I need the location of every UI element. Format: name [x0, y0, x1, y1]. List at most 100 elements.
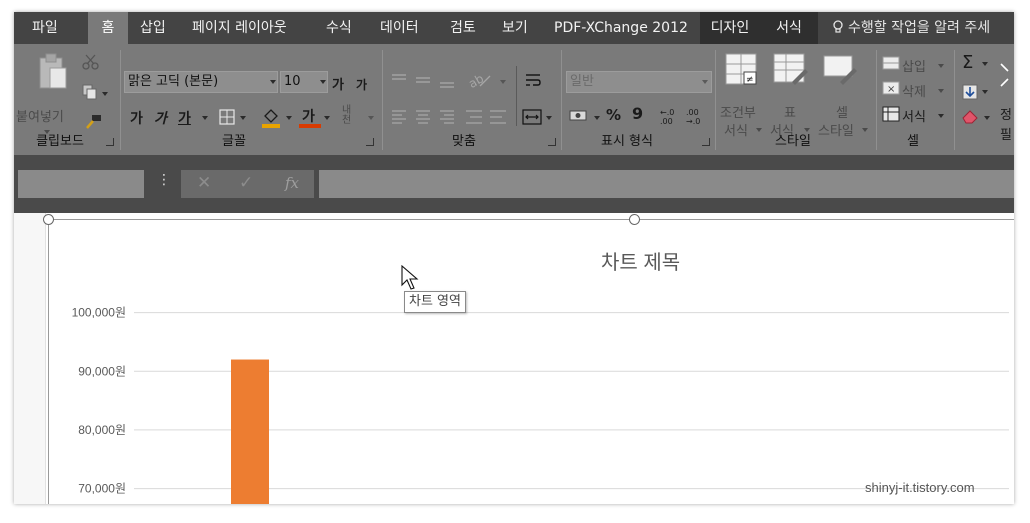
italic-button[interactable]: 가 [154, 108, 167, 128]
tab-pdf-xchange[interactable]: PDF-XChange 2012 [554, 12, 688, 44]
sort-icon[interactable] [998, 60, 1012, 90]
alignment-group-label: 맞춤 [452, 134, 476, 149]
insert-cells-icon[interactable] [882, 56, 900, 70]
table-dropdown-arrow[interactable] [804, 128, 810, 132]
cell-styles-icon[interactable] [822, 52, 858, 86]
tab-chart-format[interactable]: 서식 [760, 12, 818, 44]
merge-dropdown-arrow[interactable] [546, 116, 552, 120]
formula-input[interactable] [319, 170, 1014, 198]
alignment-dialog-launcher[interactable] [548, 138, 556, 146]
cut-icon[interactable] [82, 54, 100, 70]
accounting-dropdown-arrow[interactable] [594, 116, 600, 120]
group-divider [876, 50, 877, 150]
row-header-strip [14, 213, 46, 504]
insert-cells-button[interactable]: 삽입 [902, 56, 926, 75]
tab-review[interactable]: 검토 [450, 12, 476, 44]
copy-icon[interactable] [82, 84, 98, 100]
increase-decimal-button[interactable]: ←.0 .00 [660, 108, 680, 126]
phonetic-dropdown-arrow[interactable] [368, 116, 374, 120]
underline-button[interactable]: 가 [178, 108, 191, 128]
excel-window: 파일 홈 삽입 페이지 레이아웃 수식 데이터 검토 보기 PDF-XChang… [14, 12, 1014, 504]
grow-font-button[interactable]: 가 [332, 74, 344, 93]
wrap-text-icon[interactable] [524, 72, 542, 90]
accounting-format-icon[interactable] [568, 108, 590, 124]
cancel-formula-button[interactable]: ✕ [197, 173, 211, 193]
formula-bar-splitter[interactable]: ⋮ [157, 172, 171, 188]
tab-home[interactable]: 홈 [88, 12, 128, 44]
lightbulb-icon [833, 20, 843, 33]
cell-styles-label-1[interactable]: 셀 [836, 102, 848, 121]
bar[interactable] [231, 359, 269, 504]
insert-function-button[interactable]: fx [285, 174, 299, 192]
chart-area[interactable]: 100,000원 90,000원 80,000원 70,000원 차트 제목 차트 영… [43, 214, 1014, 504]
delete-cells-icon[interactable]: × [882, 81, 900, 95]
tab-file[interactable]: 파일 [32, 12, 58, 44]
find-select-button[interactable]: 필 [1000, 124, 1012, 143]
fill-icon[interactable] [962, 84, 978, 100]
phonetic-guide-button[interactable]: 내천 [342, 106, 360, 126]
delete-cells-button[interactable]: 삭제 [902, 81, 926, 100]
enter-formula-button[interactable]: ✓ [239, 173, 253, 193]
insert-dropdown-arrow[interactable] [938, 64, 944, 68]
font-color-button[interactable]: 가 [302, 106, 315, 126]
format-as-table-icon[interactable] [772, 52, 808, 86]
font-size-dropdown-arrow[interactable] [320, 80, 326, 84]
vertical-align-icons[interactable] [390, 72, 462, 90]
borders-dropdown-arrow[interactable] [240, 116, 246, 120]
percent-style-button[interactable]: % [606, 106, 621, 124]
format-as-table-label-1[interactable]: 표 [784, 102, 796, 121]
conditional-dropdown-arrow[interactable] [756, 128, 762, 132]
copy-dropdown-arrow[interactable] [102, 92, 108, 96]
conditional-formatting-icon[interactable]: ≠ [724, 52, 758, 86]
y-axis-tick-label: 80,000원 [78, 423, 126, 437]
paste-icon[interactable] [34, 52, 70, 92]
fill-color-icon[interactable] [260, 106, 282, 128]
tell-me-text: 수행할 작업을 알려 주세 [848, 20, 991, 36]
clear-dropdown-arrow[interactable] [984, 116, 990, 120]
text-orientation-icon[interactable]: ab [466, 70, 496, 90]
fill-color-dropdown-arrow[interactable] [286, 116, 292, 120]
number-format-select[interactable]: 일반 [566, 71, 712, 93]
clear-icon[interactable] [960, 108, 980, 124]
format-cells-button[interactable]: 서식 [902, 106, 926, 125]
number-dialog-launcher[interactable] [702, 138, 710, 146]
format-cells-icon[interactable] [882, 106, 900, 122]
shrink-font-button[interactable]: 가 [356, 76, 367, 93]
cell-styles-dropdown-arrow[interactable] [862, 128, 868, 132]
decrease-decimal-button[interactable]: .00 →.0 [686, 108, 706, 126]
delete-dropdown-arrow[interactable] [938, 89, 944, 93]
bold-button[interactable]: 가 [130, 108, 143, 128]
underline-dropdown-arrow[interactable] [202, 116, 208, 120]
conditional-formatting-label-2[interactable]: 서식 [724, 120, 748, 139]
sort-filter-button[interactable]: 정 [1000, 104, 1012, 123]
tab-view[interactable]: 보기 [502, 12, 528, 44]
merge-center-icon[interactable] [522, 108, 542, 126]
format-dropdown-arrow[interactable] [938, 114, 944, 118]
clipboard-dialog-launcher[interactable] [106, 138, 114, 146]
borders-icon[interactable] [218, 108, 236, 126]
tab-chart-design[interactable]: 디자인 [700, 12, 760, 44]
font-dialog-launcher[interactable] [366, 138, 374, 146]
tab-formulas[interactable]: 수식 [326, 12, 352, 44]
tell-me-box[interactable]: 수행할 작업을 알려 주세 [832, 12, 990, 44]
chart-title[interactable]: 차트 제목 [601, 246, 680, 275]
cell-styles-label-2[interactable]: 스타일 [818, 120, 854, 139]
tab-insert[interactable]: 삽입 [140, 12, 166, 44]
format-painter-icon[interactable] [84, 114, 102, 130]
number-format-dropdown-arrow[interactable] [702, 80, 708, 84]
font-name-select[interactable]: 맑은 고딕 (본문) [124, 71, 278, 93]
font-color-dropdown-arrow[interactable] [324, 116, 330, 120]
orientation-dropdown-arrow[interactable] [500, 80, 506, 84]
horizontal-align-icons[interactable] [390, 108, 510, 126]
svg-text:×: × [887, 84, 895, 95]
conditional-formatting-label-1[interactable]: 조건부 [720, 102, 756, 121]
comma-style-button[interactable]: 9 [632, 104, 643, 123]
fill-dropdown-arrow[interactable] [982, 90, 988, 94]
name-box[interactable] [18, 170, 144, 198]
autosum-button[interactable]: Σ [962, 52, 973, 73]
autosum-dropdown-arrow[interactable] [982, 62, 988, 66]
tab-data[interactable]: 데이터 [380, 12, 419, 44]
paste-button[interactable]: 붙여넣기 [16, 106, 64, 125]
font-name-dropdown-arrow[interactable] [270, 80, 276, 84]
tab-page-layout[interactable]: 페이지 레이아웃 [192, 12, 287, 44]
